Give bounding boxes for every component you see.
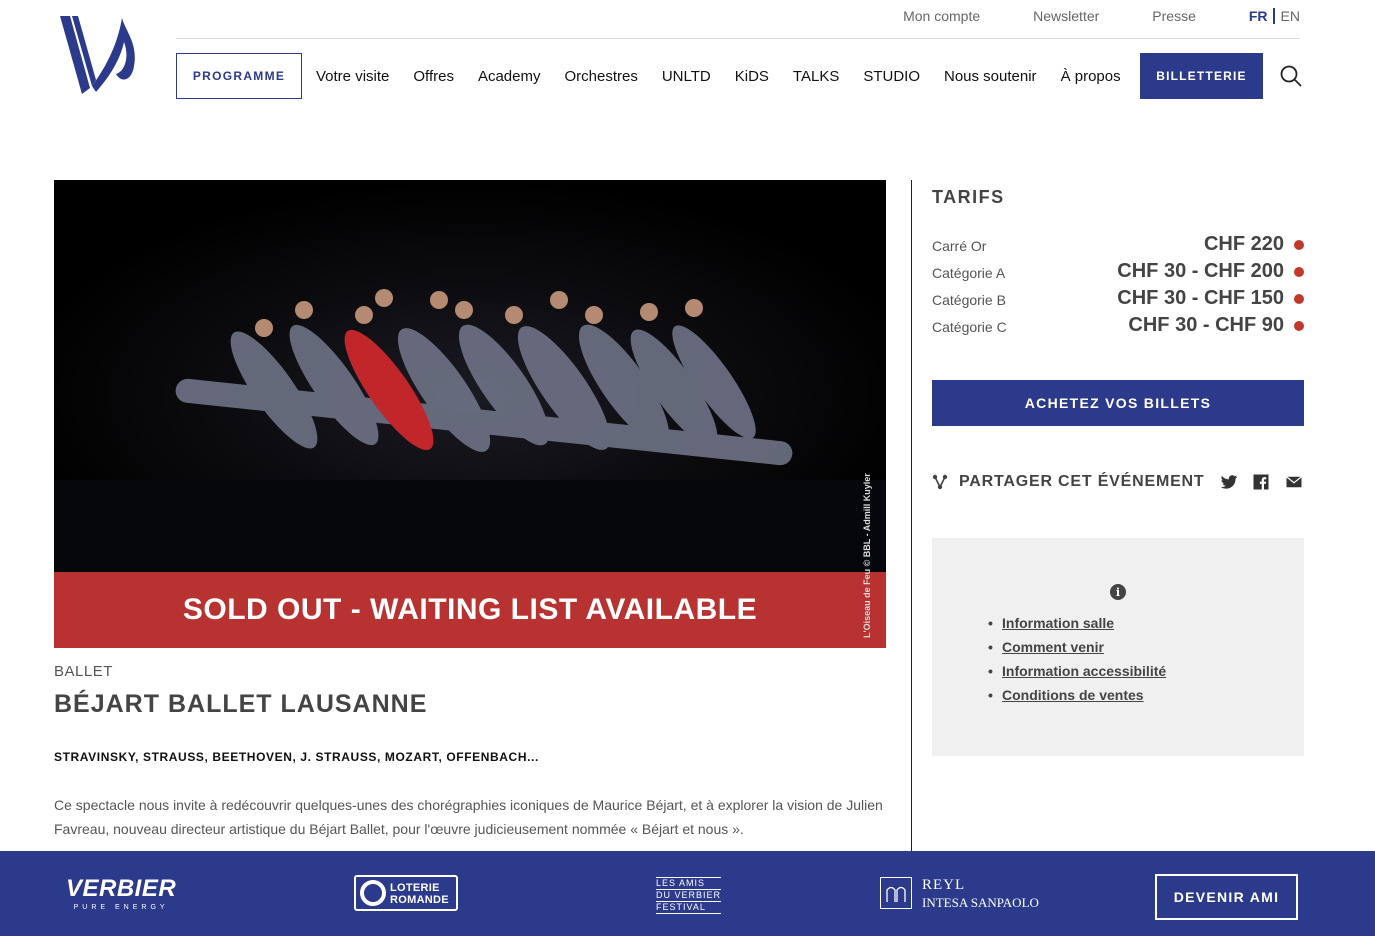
tarif-row: Catégorie C CHF 30 - CHF 90	[932, 314, 1304, 338]
lang-en[interactable]: EN	[1275, 8, 1300, 24]
info-links: Information salle Comment venir Informat…	[988, 615, 1166, 711]
verbier-tagline: PURE ENERGY	[73, 904, 169, 911]
buy-tickets-button[interactable]: ACHETEZ VOS BILLETS	[932, 380, 1304, 426]
availability-dot	[1294, 240, 1304, 250]
share-bar: PARTAGER CET ÉVÉNEMENT	[932, 472, 1304, 492]
share-label: PARTAGER CET ÉVÉNEMENT	[959, 473, 1205, 490]
list-item[interactable]: Information accessibilité	[988, 663, 1166, 687]
reyl-arches-icon	[886, 886, 906, 902]
list-item[interactable]: Conditions de ventes	[988, 687, 1166, 711]
loterie-line-2: ROMANDE	[390, 894, 449, 906]
share-icon	[932, 474, 948, 490]
info-icon: i	[1110, 584, 1126, 600]
my-account-link[interactable]: Mon compte	[903, 8, 980, 24]
nav-offres[interactable]: Offres	[413, 68, 454, 85]
event-category: BALLET	[54, 663, 113, 680]
tarif-price: CHF 30 - CHF 200	[1117, 260, 1284, 282]
sold-out-text: SOLD OUT - WAITING LIST AVAILABLE	[182, 593, 758, 626]
nav-studio[interactable]: STUDIO	[863, 68, 920, 85]
nav-kids[interactable]: KiDS	[735, 68, 769, 85]
lang-fr[interactable]: FR	[1249, 8, 1275, 24]
billetterie-button[interactable]: BILLETTERIE	[1140, 53, 1263, 99]
newsletter-link[interactable]: Newsletter	[1033, 8, 1099, 24]
nav-talks[interactable]: TALKS	[793, 68, 839, 85]
list-item[interactable]: Information salle	[988, 615, 1166, 639]
search-icon[interactable]	[1280, 65, 1302, 87]
reyl-emblem-icon	[880, 877, 912, 909]
programme-button[interactable]: PROGRAMME	[176, 53, 302, 99]
nav-a-propos[interactable]: À propos	[1061, 68, 1121, 85]
info-box: i Information salle Comment venir Inform…	[932, 538, 1304, 756]
intesa-name: INTESA SANPAOLO	[922, 895, 1039, 910]
festival-logo[interactable]	[56, 14, 140, 96]
amis-line-1: LES AMIS	[656, 878, 722, 890]
tarif-label: Carré Or	[932, 238, 987, 254]
main-nav: PROGRAMME Votre visite Offres Academy Or…	[176, 53, 1302, 99]
list-item[interactable]: Comment venir	[988, 639, 1166, 663]
devenir-ami-button[interactable]: DEVENIR AMI	[1155, 874, 1298, 920]
amis-line-3: FESTIVAL	[656, 902, 722, 914]
tarifs-title: TARIFS	[932, 187, 1005, 207]
top-links: Mon compte Newsletter Presse FR EN	[903, 8, 1300, 24]
availability-dot	[1294, 321, 1304, 331]
language-switcher: FR EN	[1249, 8, 1300, 24]
loterie-line-1: LOTERIE	[390, 882, 440, 894]
nav-unltd[interactable]: UNLTD	[662, 68, 711, 85]
tarif-row: Catégorie B CHF 30 - CHF 150	[932, 287, 1304, 311]
comment-venir-link[interactable]: Comment venir	[1002, 639, 1104, 655]
press-link[interactable]: Presse	[1152, 8, 1196, 24]
conditions-ventes-link[interactable]: Conditions de ventes	[1002, 687, 1144, 703]
top-bar: Mon compte Newsletter Presse FR EN	[176, 0, 1300, 39]
dancers-photo	[54, 180, 886, 572]
tarif-label: Catégorie B	[932, 292, 1006, 308]
nav-academy[interactable]: Academy	[478, 68, 541, 85]
tarif-row: Carré Or CHF 220	[932, 233, 1304, 257]
loterie-romande-logo[interactable]: LOTERIE ROMANDE	[354, 875, 458, 911]
event-image: SOLD OUT - WAITING LIST AVAILABLE L'Oise…	[54, 180, 886, 648]
nav-orchestres[interactable]: Orchestres	[564, 68, 637, 85]
column-divider	[911, 180, 912, 852]
mail-icon[interactable]	[1285, 473, 1303, 491]
amis-festival-logo[interactable]: LES AMIS DU VERBIER FESTIVAL	[656, 877, 722, 914]
tarif-price: CHF 220	[1203, 233, 1284, 255]
amis-line-2: DU VERBIER	[656, 890, 722, 902]
accessibilite-link[interactable]: Information accessibilité	[1002, 663, 1166, 679]
info-salle-link[interactable]: Information salle	[1002, 615, 1114, 631]
reyl-name: REYL	[922, 877, 966, 893]
tarif-price: CHF 30 - CHF 150	[1117, 287, 1284, 309]
verbier-wordmark: VERBIER	[66, 875, 177, 902]
photo-credit: L'Oiseau de Feu © BBL - Admill Kuyler	[862, 473, 872, 638]
event-description: Ce spectacle nous invite à redécouvrir q…	[54, 797, 883, 837]
event-title: BÉJART BALLET LAUSANNE	[54, 690, 428, 718]
availability-dot	[1294, 267, 1304, 277]
nav-nous-soutenir[interactable]: Nous soutenir	[944, 68, 1037, 85]
sold-out-banner: SOLD OUT - WAITING LIST AVAILABLE	[54, 572, 886, 648]
tarif-label: Catégorie C	[932, 319, 1007, 335]
loterie-text: LOTERIE ROMANDE	[390, 882, 449, 906]
facebook-icon[interactable]	[1252, 473, 1270, 491]
verbier-logo[interactable]: VERBIER PURE ENERGY	[66, 875, 176, 911]
twitter-icon[interactable]	[1220, 473, 1238, 491]
event-composers: STRAVINSKY, STRAUSS, BEETHOVEN, J. STRAU…	[54, 750, 539, 764]
sponsor-footer: VERBIER PURE ENERGY LOTERIE ROMANDE LES …	[0, 851, 1375, 936]
nav-votre-visite[interactable]: Votre visite	[316, 68, 389, 85]
availability-dot	[1294, 294, 1304, 304]
tarif-row: Catégorie A CHF 30 - CHF 200	[932, 260, 1304, 284]
tarif-price: CHF 30 - CHF 90	[1128, 314, 1284, 336]
loterie-ring-icon	[360, 880, 386, 906]
tarif-label: Catégorie A	[932, 265, 1006, 281]
